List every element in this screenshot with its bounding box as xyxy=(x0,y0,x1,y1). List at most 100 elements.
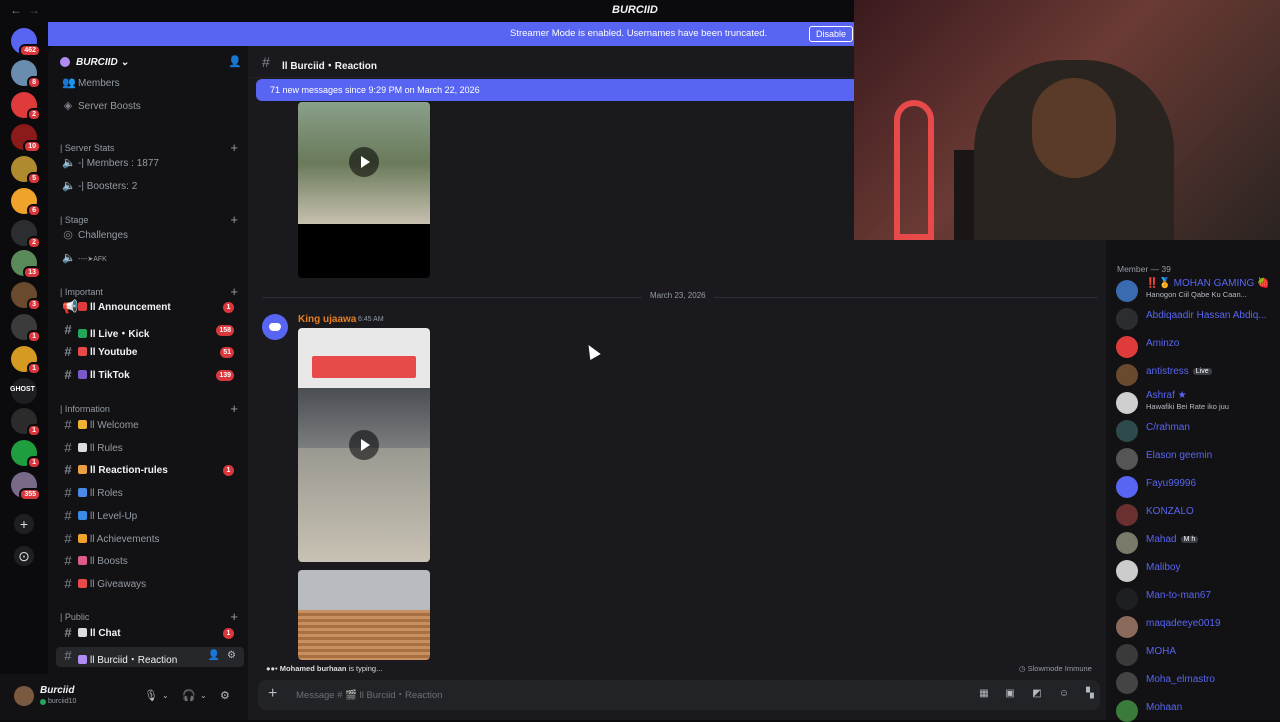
members-icon: 👥 xyxy=(62,77,76,89)
video-attachment[interactable] xyxy=(298,328,430,562)
channel-settings-gear-icon[interactable]: ⚙ xyxy=(227,650,236,661)
channel-burciid-reaction[interactable]: # ll Burciid・Reaction 👤 ⚙ xyxy=(56,646,244,667)
member-list-item[interactable]: ‼️🏅 MOHAN GAMING 🍓 Hanogon Ciil Qabe Ku C… xyxy=(1116,278,1280,302)
member-list-item[interactable]: MOHA xyxy=(1116,642,1280,666)
gif-icon[interactable]: ▣ xyxy=(1004,688,1016,700)
message-author[interactable]: King ujaawa xyxy=(298,314,356,325)
add-channel-icon[interactable]: + xyxy=(230,140,238,155)
channel-tiktok[interactable]: # ll TikTok 139 xyxy=(56,366,244,386)
server-icon-server-14[interactable]: 1 xyxy=(11,440,41,469)
avatar[interactable] xyxy=(14,686,34,706)
channel-level-up[interactable]: # ll Level-Up xyxy=(56,507,244,527)
gift-icon[interactable]: ▦ xyxy=(978,688,990,700)
back-arrow-icon[interactable]: ← xyxy=(10,3,22,17)
server-icon-server-6[interactable]: 6 xyxy=(11,188,41,217)
member-list-item[interactable]: maqadeeye0019 xyxy=(1116,614,1280,638)
add-channel-icon[interactable]: + xyxy=(230,609,238,624)
member-list-item[interactable]: Maliboy xyxy=(1116,558,1280,582)
server-icon-server-13[interactable]: 1 xyxy=(11,408,41,437)
member-list-item[interactable]: Fayu99996 xyxy=(1116,474,1280,498)
channel-header: # ll Burciid・Reaction xyxy=(248,46,854,78)
channel-welcome[interactable]: # ll Welcome xyxy=(56,416,244,436)
chevron-down-icon[interactable]: ⌄ xyxy=(200,691,207,700)
channel-roles[interactable]: # ll Roles xyxy=(56,484,244,504)
channel-challenges[interactable]: ◎ Challenges xyxy=(56,226,244,246)
invite-people-icon[interactable]: 👤 xyxy=(228,55,242,68)
streamer-mode-message: Streamer Mode is enabled. Usernames have… xyxy=(510,28,768,39)
channel-reaction-rules[interactable]: # ll Reaction-rules 1 xyxy=(56,461,244,481)
member-list-item[interactable]: Mahad M h xyxy=(1116,530,1280,554)
server-icon-server-3[interactable]: 2 xyxy=(11,92,41,121)
avatar[interactable] xyxy=(262,314,288,340)
category-information[interactable]: | Information + xyxy=(60,401,244,417)
video-thumbnail xyxy=(298,570,430,610)
play-icon[interactable] xyxy=(349,147,379,177)
add-channel-icon[interactable]: + xyxy=(230,401,238,416)
headphones-icon[interactable]: 🎧 xyxy=(182,689,196,702)
member-list-header: Member — 39 xyxy=(1117,264,1171,274)
typing-dots-icon: ●●• xyxy=(266,664,280,673)
microphone-icon[interactable]: 🎙 xyxy=(144,689,158,702)
add-server-icon[interactable]: + xyxy=(14,514,34,534)
member-list-item[interactable]: Man-to-man67 xyxy=(1116,586,1280,610)
member-list-item[interactable]: antistress Live xyxy=(1116,362,1280,386)
member-list-item[interactable]: Ashraf ★ Hawafiki Bei Rate iko juu xyxy=(1116,390,1280,414)
category-public[interactable]: | Public + xyxy=(60,609,244,625)
server-icon-server-2[interactable]: 8 xyxy=(11,60,41,89)
member-list-item[interactable]: C/rahman xyxy=(1116,418,1280,442)
channel-youtube[interactable]: # ll Youtube 51 xyxy=(56,343,244,363)
create-invite-icon[interactable]: 👤 xyxy=(208,650,220,661)
channel-giveaways[interactable]: # ll Giveaways xyxy=(56,575,244,595)
channel-chat[interactable]: # ll Chat 1 xyxy=(56,624,244,644)
video-attachment[interactable] xyxy=(298,570,430,660)
video-attachment[interactable] xyxy=(298,102,430,278)
member-list-item[interactable]: Moha_elmastro xyxy=(1116,670,1280,694)
sidebar-item-server-boosts[interactable]: ◈ Server Boosts xyxy=(56,97,244,117)
add-attachment-icon[interactable]: + xyxy=(268,685,277,703)
server-icon-direct-messages[interactable]: 462 xyxy=(11,28,41,57)
disable-streamer-mode-button[interactable]: Disable xyxy=(809,26,854,42)
member-list-item[interactable]: KONZALO xyxy=(1116,502,1280,526)
channel-boosts[interactable]: # ll Boosts xyxy=(56,552,244,572)
member-list-item[interactable]: Mohaan xyxy=(1116,698,1280,722)
server-icon-server-10[interactable]: 1 xyxy=(11,314,41,343)
server-icon-server-9[interactable]: 3 xyxy=(11,282,41,311)
member-name: Abdiqaadir Hassan Abdiq... xyxy=(1146,310,1267,321)
add-channel-icon[interactable]: + xyxy=(230,212,238,227)
emoji-icon[interactable]: ☺ xyxy=(1058,688,1070,700)
channel-live-kick[interactable]: # ll Live・Kick 158 xyxy=(56,321,244,341)
member-list-item[interactable]: Aminzo xyxy=(1116,334,1280,358)
play-icon[interactable] xyxy=(349,430,379,460)
channel-announcement[interactable]: 📢 ll Announcement 1 xyxy=(56,298,244,318)
server-icon-server-7[interactable]: 2 xyxy=(11,220,41,249)
server-icon-server-11[interactable]: 1 xyxy=(11,346,41,375)
server-icon-server-4[interactable]: 10 xyxy=(11,124,41,153)
channel-emoji-icon xyxy=(78,578,87,588)
explore-servers-icon[interactable]: ⊙ xyxy=(14,546,34,566)
message-composer: + ▦ ▣ ◩ ☺ ▚ xyxy=(258,680,1100,710)
sidebar-item-members[interactable]: 👥 Members xyxy=(56,74,244,94)
sticker-icon[interactable]: ◩ xyxy=(1031,688,1043,700)
new-messages-bar[interactable]: 71 new messages since 9:29 PM on March 2… xyxy=(256,79,854,101)
channel-rules[interactable]: # ll Rules xyxy=(56,439,244,459)
apps-icon[interactable]: ▚ xyxy=(1084,688,1096,700)
server-icon-server-8[interactable]: 13 xyxy=(11,250,41,279)
settings-gear-icon[interactable]: ⚙ xyxy=(220,689,230,702)
member-list-item[interactable]: Abdiqaadir Hassan Abdiq... xyxy=(1116,306,1280,330)
member-name: Mohaan xyxy=(1146,702,1183,713)
streamer-mode-banner: Streamer Mode is enabled. Usernames have… xyxy=(48,22,854,46)
member-list-item[interactable]: Elason geemin xyxy=(1116,446,1280,470)
server-icon-server-5[interactable]: 5 xyxy=(11,156,41,185)
forward-arrow-icon[interactable]: → xyxy=(28,3,40,17)
video-thumbnail-stands xyxy=(298,610,430,660)
chevron-down-icon[interactable]: ⌄ xyxy=(162,691,169,700)
username: Burciid xyxy=(40,685,75,696)
channel-members-count[interactable]: 🔈 -| Members : 1877 xyxy=(56,154,244,174)
add-channel-icon[interactable]: + xyxy=(230,284,238,299)
server-icon-server-15[interactable]: 355 xyxy=(11,472,41,501)
server-icon-server-12[interactable]: GHOST xyxy=(10,378,37,404)
channel-afk[interactable]: 🔈 ----➤AFK xyxy=(56,249,244,269)
channel-boosters-count[interactable]: 🔈 -| Boosters: 2 xyxy=(56,177,244,197)
channel-achievements[interactable]: # ll Achievements xyxy=(56,530,244,550)
message-input[interactable] xyxy=(296,687,896,703)
